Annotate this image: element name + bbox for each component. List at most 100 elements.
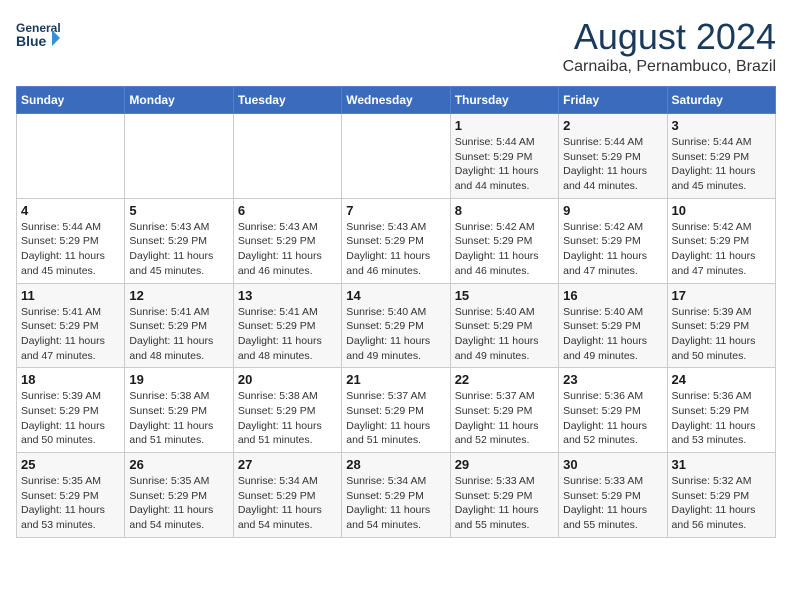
day-number: 20 bbox=[238, 372, 337, 387]
day-cell: 12Sunrise: 5:41 AM Sunset: 5:29 PM Dayli… bbox=[125, 283, 233, 368]
day-number: 21 bbox=[346, 372, 445, 387]
day-cell: 16 Sunrise: 5:40 AM Sunset: 5:29 PM Dayli… bbox=[559, 283, 667, 368]
day-info: Sunrise: 5:38 AM Sunset: 5:29 PM Dayligh… bbox=[129, 389, 228, 448]
day-cell: 18 Sunrise: 5:39 AM Sunset: 5:29 PM Dayli… bbox=[17, 368, 125, 453]
day-number: 15 bbox=[455, 288, 554, 303]
day-info: Sunrise: 5:44 AM Sunset: 5:29 PM Dayligh… bbox=[455, 135, 554, 194]
day-cell: 24 Sunrise: 5:36 AM Sunset: 5:29 PM Dayli… bbox=[667, 368, 775, 453]
day-info: Sunrise: 5:37 AM Sunset: 5:29 PM Dayligh… bbox=[455, 389, 554, 448]
day-cell: 22Sunrise: 5:37 AM Sunset: 5:29 PM Dayli… bbox=[450, 368, 558, 453]
day-number: 1 bbox=[455, 118, 554, 133]
week-row-4: 18 Sunrise: 5:39 AM Sunset: 5:29 PM Dayli… bbox=[17, 368, 776, 453]
day-info: Sunrise: 5:40 AM Sunset: 5:29 PM Dayligh… bbox=[455, 305, 554, 364]
day-cell: 6 Sunrise: 5:43 AM Sunset: 5:29 PM Daylig… bbox=[233, 198, 341, 283]
day-cell: 20 Sunrise: 5:38 AM Sunset: 5:29 PM Dayli… bbox=[233, 368, 341, 453]
day-cell: 11 Sunrise: 5:41 AM Sunset: 5:29 PM Dayli… bbox=[17, 283, 125, 368]
day-cell: 5 Sunrise: 5:43 AM Sunset: 5:29 PM Daylig… bbox=[125, 198, 233, 283]
day-cell: 23 Sunrise: 5:36 AM Sunset: 5:29 PM Dayli… bbox=[559, 368, 667, 453]
day-number: 13 bbox=[238, 288, 337, 303]
day-cell: 30Sunrise: 5:33 AM Sunset: 5:29 PM Dayli… bbox=[559, 453, 667, 538]
month-title: August 2024 bbox=[563, 16, 776, 58]
day-number: 3 bbox=[672, 118, 771, 133]
day-info: Sunrise: 5:33 AM Sunset: 5:29 PM Dayligh… bbox=[563, 474, 662, 533]
day-cell: 14 Sunrise: 5:40 AM Sunset: 5:29 PM Dayli… bbox=[342, 283, 450, 368]
day-cell: 13 Sunrise: 5:41 AM Sunset: 5:29 PM Dayli… bbox=[233, 283, 341, 368]
day-number: 14 bbox=[346, 288, 445, 303]
day-cell: 7 Sunrise: 5:43 AM Sunset: 5:29 PM Daylig… bbox=[342, 198, 450, 283]
day-number: 18 bbox=[21, 372, 120, 387]
day-info: Sunrise: 5:42 AM Sunset: 5:29 PM Dayligh… bbox=[455, 220, 554, 279]
day-number: 27 bbox=[238, 457, 337, 472]
day-info: Sunrise: 5:34 AM Sunset: 5:29 PM Dayligh… bbox=[238, 474, 337, 533]
day-info: Sunrise: 5:32 AM Sunset: 5:29 PM Dayligh… bbox=[672, 474, 771, 533]
day-cell bbox=[17, 114, 125, 199]
weekday-header-monday: Monday bbox=[125, 87, 233, 114]
day-info: Sunrise: 5:42 AM Sunset: 5:29 PM Dayligh… bbox=[563, 220, 662, 279]
day-info: Sunrise: 5:38 AM Sunset: 5:29 PM Dayligh… bbox=[238, 389, 337, 448]
day-cell: 17 Sunrise: 5:39 AM Sunset: 5:29 PM Dayli… bbox=[667, 283, 775, 368]
day-info: Sunrise: 5:42 AM Sunset: 5:29 PM Dayligh… bbox=[672, 220, 771, 279]
week-row-1: 1 Sunrise: 5:44 AM Sunset: 5:29 PM Daylig… bbox=[17, 114, 776, 199]
day-number: 8 bbox=[455, 203, 554, 218]
day-info: Sunrise: 5:43 AM Sunset: 5:29 PM Dayligh… bbox=[129, 220, 228, 279]
day-number: 4 bbox=[21, 203, 120, 218]
day-cell: 29 Sunrise: 5:33 AM Sunset: 5:29 PM Dayli… bbox=[450, 453, 558, 538]
day-info: Sunrise: 5:36 AM Sunset: 5:29 PM Dayligh… bbox=[563, 389, 662, 448]
day-info: Sunrise: 5:40 AM Sunset: 5:29 PM Dayligh… bbox=[563, 305, 662, 364]
day-number: 10 bbox=[672, 203, 771, 218]
day-cell: 26Sunrise: 5:35 AM Sunset: 5:29 PM Dayli… bbox=[125, 453, 233, 538]
day-number: 5 bbox=[129, 203, 228, 218]
day-cell: 15 Sunrise: 5:40 AM Sunset: 5:29 PM Dayli… bbox=[450, 283, 558, 368]
day-cell: 10 Sunrise: 5:42 AM Sunset: 5:29 PM Dayli… bbox=[667, 198, 775, 283]
logo: General Blue bbox=[16, 16, 60, 60]
week-row-5: 25 Sunrise: 5:35 AM Sunset: 5:29 PM Dayli… bbox=[17, 453, 776, 538]
day-number: 19 bbox=[129, 372, 228, 387]
day-info: Sunrise: 5:40 AM Sunset: 5:29 PM Dayligh… bbox=[346, 305, 445, 364]
week-row-3: 11 Sunrise: 5:41 AM Sunset: 5:29 PM Dayli… bbox=[17, 283, 776, 368]
day-cell: 21Sunrise: 5:37 AM Sunset: 5:29 PM Dayli… bbox=[342, 368, 450, 453]
day-number: 31 bbox=[672, 457, 771, 472]
day-number: 2 bbox=[563, 118, 662, 133]
weekday-header-row: SundayMondayTuesdayWednesdayThursdayFrid… bbox=[17, 87, 776, 114]
logo-svg: General Blue bbox=[16, 16, 60, 60]
day-info: Sunrise: 5:39 AM Sunset: 5:29 PM Dayligh… bbox=[672, 305, 771, 364]
day-cell: 28Sunrise: 5:34 AM Sunset: 5:29 PM Dayli… bbox=[342, 453, 450, 538]
day-info: Sunrise: 5:41 AM Sunset: 5:29 PM Dayligh… bbox=[238, 305, 337, 364]
page-header: General Blue August 2024 Carnaiba, Perna… bbox=[16, 16, 776, 76]
day-info: Sunrise: 5:33 AM Sunset: 5:29 PM Dayligh… bbox=[455, 474, 554, 533]
day-number: 17 bbox=[672, 288, 771, 303]
day-number: 25 bbox=[21, 457, 120, 472]
day-number: 28 bbox=[346, 457, 445, 472]
calendar-table: SundayMondayTuesdayWednesdayThursdayFrid… bbox=[16, 86, 776, 538]
week-row-2: 4 Sunrise: 5:44 AM Sunset: 5:29 PM Daylig… bbox=[17, 198, 776, 283]
day-info: Sunrise: 5:35 AM Sunset: 5:29 PM Dayligh… bbox=[129, 474, 228, 533]
day-info: Sunrise: 5:44 AM Sunset: 5:29 PM Dayligh… bbox=[672, 135, 771, 194]
day-number: 11 bbox=[21, 288, 120, 303]
title-block: August 2024 Carnaiba, Pernambuco, Brazil bbox=[563, 16, 776, 76]
day-info: Sunrise: 5:39 AM Sunset: 5:29 PM Dayligh… bbox=[21, 389, 120, 448]
logo-container: General Blue bbox=[16, 16, 60, 60]
day-number: 9 bbox=[563, 203, 662, 218]
day-cell: 2 Sunrise: 5:44 AM Sunset: 5:29 PM Daylig… bbox=[559, 114, 667, 199]
day-info: Sunrise: 5:43 AM Sunset: 5:29 PM Dayligh… bbox=[238, 220, 337, 279]
day-cell: 31 Sunrise: 5:32 AM Sunset: 5:29 PM Dayli… bbox=[667, 453, 775, 538]
day-info: Sunrise: 5:44 AM Sunset: 5:29 PM Dayligh… bbox=[21, 220, 120, 279]
day-info: Sunrise: 5:41 AM Sunset: 5:29 PM Dayligh… bbox=[129, 305, 228, 364]
day-info: Sunrise: 5:36 AM Sunset: 5:29 PM Dayligh… bbox=[672, 389, 771, 448]
day-number: 7 bbox=[346, 203, 445, 218]
day-cell: 9 Sunrise: 5:42 AM Sunset: 5:29 PM Daylig… bbox=[559, 198, 667, 283]
location-title: Carnaiba, Pernambuco, Brazil bbox=[563, 58, 776, 76]
day-number: 29 bbox=[455, 457, 554, 472]
day-info: Sunrise: 5:41 AM Sunset: 5:29 PM Dayligh… bbox=[21, 305, 120, 364]
day-number: 24 bbox=[672, 372, 771, 387]
weekday-header-tuesday: Tuesday bbox=[233, 87, 341, 114]
day-number: 16 bbox=[563, 288, 662, 303]
day-info: Sunrise: 5:44 AM Sunset: 5:29 PM Dayligh… bbox=[563, 135, 662, 194]
weekday-header-friday: Friday bbox=[559, 87, 667, 114]
weekday-header-thursday: Thursday bbox=[450, 87, 558, 114]
weekday-header-sunday: Sunday bbox=[17, 87, 125, 114]
day-number: 6 bbox=[238, 203, 337, 218]
day-info: Sunrise: 5:43 AM Sunset: 5:29 PM Dayligh… bbox=[346, 220, 445, 279]
day-number: 23 bbox=[563, 372, 662, 387]
weekday-header-saturday: Saturday bbox=[667, 87, 775, 114]
